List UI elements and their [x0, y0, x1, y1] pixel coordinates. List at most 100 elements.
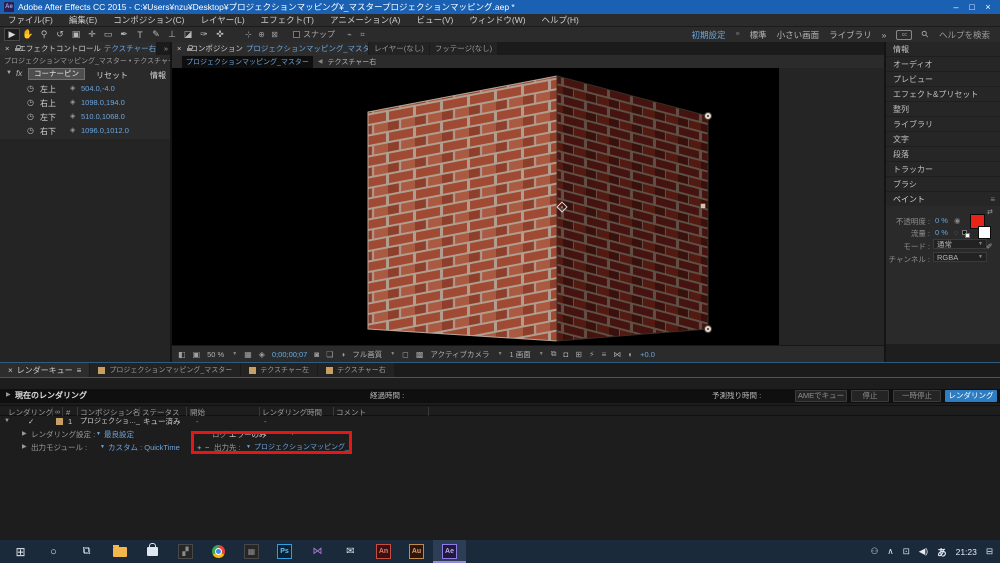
panel-paint-header[interactable]: ペイント ≡	[886, 192, 1000, 206]
mode-select[interactable]: 通常 ▼	[933, 239, 987, 249]
after-effects-taskbar-icon[interactable]: Ae	[433, 540, 466, 563]
composition-viewport[interactable]	[172, 68, 884, 345]
panel-menu-icon[interactable]: ≡	[990, 195, 995, 204]
mail-icon[interactable]: ✉	[334, 540, 367, 563]
tab-effect-controls[interactable]: × エフェクトコントロール テクスチャー右 ≡	[0, 42, 156, 55]
store-icon[interactable]	[136, 540, 169, 563]
output-module-value[interactable]: カスタム : QuickTime	[108, 441, 180, 454]
dropdown-icon[interactable]: ▼	[100, 441, 105, 454]
tab-comp-master[interactable]: プロジェクションマッピング_マスター	[90, 363, 241, 377]
shared-view-icon[interactable]: ⧉	[551, 349, 557, 359]
people-tray-icon[interactable]: ⚇	[871, 546, 879, 557]
sync-settings-icon[interactable]: cc	[896, 29, 913, 40]
help-search-input[interactable]: ヘルプを検索	[939, 29, 990, 41]
panel-info[interactable]: 情報	[886, 42, 1000, 56]
point-picker-icon[interactable]: ◈	[70, 126, 75, 134]
opacity-value[interactable]: 0 %	[935, 216, 948, 225]
snap-option-icon-1[interactable]: ⌁	[343, 30, 356, 39]
puppet-pin-tool-icon[interactable]: ✜	[212, 29, 228, 40]
param-value[interactable]: 1098.0,194.0	[81, 98, 125, 107]
hand-tool-icon[interactable]: ✋	[20, 29, 36, 40]
file-explorer-icon[interactable]	[103, 540, 136, 563]
queue-item-row[interactable]: ▼ ✓ 1 プロジェクショ…_マスター キュー済み - -	[0, 415, 1000, 428]
menu-layer[interactable]: レイヤー(L)	[193, 14, 253, 26]
navigator-linked-comp[interactable]: テクスチャー右	[328, 57, 377, 67]
menu-effect[interactable]: エフェクト(T)	[253, 14, 322, 26]
camera-tool-icon[interactable]: ▣	[68, 29, 84, 40]
audition-icon[interactable]: Au	[400, 540, 433, 563]
reset-exposure-icon[interactable]: ◐	[628, 350, 633, 359]
swap-colors-icon[interactable]: ⇄	[987, 208, 993, 216]
tab-render-queue[interactable]: × レンダーキュー ≡	[0, 363, 90, 377]
param-value[interactable]: 1096.0,1012.0	[81, 126, 129, 135]
panel-close-icon[interactable]: ×	[177, 44, 181, 53]
effect-about-link[interactable]: 情報	[150, 70, 166, 81]
menu-view[interactable]: ビュー(V)	[409, 14, 462, 26]
clock[interactable]: 21:23	[956, 547, 977, 557]
view-axis-mode-icon[interactable]: ⊠	[268, 30, 281, 39]
fast-preview-icon[interactable]: ⚡	[589, 350, 595, 359]
panel-menu-icon[interactable]: ≡	[77, 366, 82, 375]
workspace-standard[interactable]: 標準	[750, 29, 767, 41]
menu-file[interactable]: ファイル(F)	[0, 14, 61, 26]
render-settings-value[interactable]: 最良設定	[104, 428, 134, 441]
navigator-current-comp[interactable]: プロジェクションマッピング_マスター	[182, 55, 313, 68]
tab-layer[interactable]: レイヤー(なし)	[369, 42, 429, 55]
menu-composition[interactable]: コンポジション(C)	[105, 14, 192, 26]
pixel-aspect-icon[interactable]: ⊞	[575, 350, 582, 359]
start-button-icon[interactable]: ⊞	[4, 540, 37, 563]
menu-animation[interactable]: アニメーション(A)	[322, 14, 409, 26]
tab-overflow-icon[interactable]: »	[164, 44, 168, 53]
always-preview-icon[interactable]: ◧	[178, 350, 186, 359]
region-of-interest-icon[interactable]: ◻	[402, 350, 409, 359]
menu-window[interactable]: ウィンドウ(W)	[461, 14, 533, 26]
panel-align[interactable]: 整列	[886, 102, 1000, 116]
capture-app-icon[interactable]: ▦	[235, 540, 268, 563]
background-color-swatch[interactable]	[978, 226, 991, 239]
tab-comp-texture-right[interactable]: テクスチャー右	[317, 363, 394, 377]
panel-library[interactable]: ライブラリ	[886, 117, 1000, 131]
render-button[interactable]: レンダリング	[945, 390, 997, 402]
point-picker-icon[interactable]: ◈	[70, 84, 75, 92]
disclosure-icon[interactable]: ▶	[22, 428, 27, 441]
panel-effects-presets[interactable]: エフェクト&プリセット	[886, 87, 1000, 101]
pause-button[interactable]: 一時停止	[893, 390, 941, 402]
rotation-tool-icon[interactable]: ↺	[52, 29, 68, 40]
main-view-icon[interactable]: ▣	[193, 350, 201, 359]
resolution-select[interactable]: フル画質	[352, 349, 382, 360]
cube-front-face[interactable]	[367, 75, 558, 342]
flowchart-icon[interactable]: ⋈	[613, 350, 621, 359]
eraser-tool-icon[interactable]: ◪	[180, 29, 196, 40]
transparency-grid-icon[interactable]: ▩	[416, 350, 424, 359]
param-value[interactable]: 504.0,-4.0	[81, 84, 115, 93]
task-view-icon[interactable]: ⧉	[70, 540, 103, 563]
exposure-value[interactable]: +0.0	[640, 350, 655, 359]
flow-value[interactable]: 0 %	[935, 228, 948, 237]
render-checkbox[interactable]: ✓	[28, 415, 34, 428]
show-snapshot-icon[interactable]: ❏	[326, 350, 333, 359]
view-layout-select[interactable]: 1 画面	[510, 349, 531, 360]
grid-guides-icon[interactable]: ▦	[244, 350, 252, 359]
tab-composition[interactable]: × コンポジション プロジェクションマッピング_マスター ≡	[172, 42, 368, 55]
clone-stamp-tool-icon[interactable]: ⊥	[164, 29, 180, 40]
hidden-icons-chevron[interactable]: ∧	[887, 546, 893, 557]
param-value[interactable]: 510.0,1068.0	[81, 112, 125, 121]
zoom-tool-icon[interactable]: ⚲	[36, 29, 52, 40]
edge-square-handle[interactable]	[700, 203, 706, 209]
current-timecode[interactable]: 0;00;00;07	[272, 350, 307, 359]
snap-option-icon-2[interactable]: ⌗	[356, 30, 369, 40]
camera-view-select[interactable]: アクティブカメラ	[430, 349, 489, 360]
tab-footage[interactable]: フッテージ(なし)	[429, 42, 498, 55]
maximize-button[interactable]: □	[964, 0, 980, 14]
mask-visibility-icon[interactable]: ◈	[259, 350, 265, 359]
timeline-icon[interactable]: ≡	[602, 350, 607, 359]
panel-tracker[interactable]: トラッカー	[886, 162, 1000, 176]
local-axis-mode-icon[interactable]: ⊹	[242, 30, 255, 39]
panel-audio[interactable]: オーディオ	[886, 57, 1000, 71]
fx-badge-icon[interactable]: fx	[16, 69, 22, 78]
default-colors-icon[interactable]	[965, 233, 970, 238]
point-picker-icon[interactable]: ◈	[70, 112, 75, 120]
workspace-overflow-icon[interactable]: »	[882, 30, 887, 40]
selection-tool-icon[interactable]: ▶	[4, 28, 20, 41]
disclosure-icon[interactable]: ▶	[22, 441, 27, 454]
